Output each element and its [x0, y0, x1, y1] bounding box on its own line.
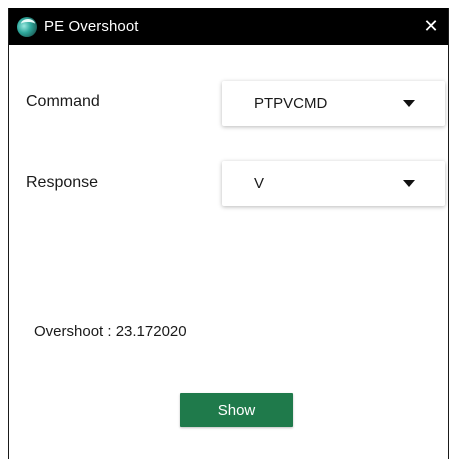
app-logo-icon	[17, 16, 37, 37]
command-label: Command	[26, 93, 100, 110]
close-button[interactable]: ✕	[420, 15, 442, 37]
response-label: Response	[26, 174, 99, 191]
response-dropdown[interactable]: V	[222, 161, 445, 206]
command-dropdown[interactable]: PTPVCMD	[222, 81, 445, 126]
show-button[interactable]: Show	[180, 393, 293, 427]
chevron-down-icon	[403, 180, 415, 187]
overshoot-result: Overshoot : 23.172020	[34, 323, 187, 340]
chevron-down-icon	[403, 100, 415, 107]
window-title: PE Overshoot	[44, 18, 139, 35]
command-dropdown-value: PTPVCMD	[254, 95, 328, 112]
overshoot-dialog: PE Overshoot ✕ Command PTPVCMD Response …	[8, 8, 449, 459]
title-bar[interactable]: PE Overshoot ✕	[9, 8, 448, 45]
response-dropdown-value: V	[254, 175, 265, 192]
